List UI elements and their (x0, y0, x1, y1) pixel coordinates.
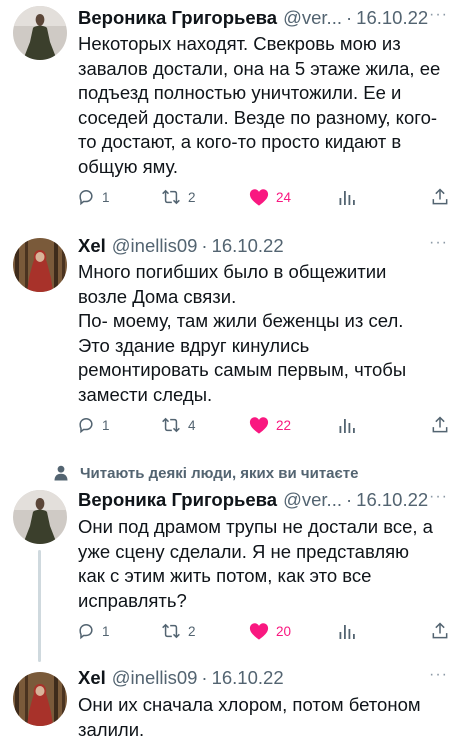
retweet-count: 2 (188, 623, 196, 639)
share-icon (432, 622, 448, 639)
retweet-icon (162, 417, 180, 433)
author-name[interactable]: Вероника Григорьева (78, 6, 277, 30)
tweet-text: Некоторых находят. Свекровь мою из завал… (78, 33, 441, 177)
reply-icon (79, 417, 93, 434)
separator-dot: · (201, 235, 208, 256)
action-bar: 1 4 22 (76, 414, 448, 436)
action-bar: 1 2 24 (76, 186, 448, 208)
like-count: 20 (276, 623, 292, 639)
more-icon[interactable]: ··· (429, 666, 448, 684)
tweet-2[interactable]: Xel @inellis09 · 16.10.22 ··· Много поги… (0, 226, 460, 452)
tweet-date[interactable]: 16.10.22 (212, 666, 284, 690)
tweet-3[interactable]: Вероника Григорьева @ver... · 16.10.22 ·… (0, 486, 460, 662)
reply-icon (79, 189, 93, 206)
retweet-button[interactable]: 2 (160, 620, 196, 642)
social-context-label: Читають деякі люди, яких ви читаєте (80, 464, 359, 482)
tweet-1[interactable]: Вероника Григорьева @ver... · 16.10.22 ·… (0, 0, 460, 226)
retweet-count: 2 (188, 189, 196, 205)
share-button[interactable] (430, 186, 450, 208)
views-icon (339, 419, 355, 433)
retweet-button[interactable]: 2 (160, 186, 196, 208)
tweet-date[interactable]: 16.10.22 (212, 234, 284, 258)
retweet-count: 4 (188, 417, 196, 433)
like-count: 22 (276, 417, 292, 433)
views-icon (339, 191, 355, 205)
author-name[interactable]: Xel (78, 234, 106, 258)
like-button[interactable]: 22 (248, 414, 291, 436)
more-icon[interactable]: ··· (429, 488, 448, 506)
heart-icon (249, 189, 269, 206)
separator-dot: · (201, 667, 208, 688)
tweet-text: Много погибших было в общежитии возле До… (78, 261, 407, 405)
tweet-date[interactable]: 16.10.22 (356, 488, 428, 512)
retweet-icon (162, 623, 180, 639)
tweet-text: Они их сначала хлором, потом бетоном зал… (78, 694, 421, 740)
more-icon[interactable]: ··· (429, 6, 448, 24)
author-handle[interactable]: @inellis09 (112, 234, 198, 258)
author-name[interactable]: Xel (78, 666, 106, 690)
like-count: 24 (276, 189, 292, 205)
share-icon (432, 416, 448, 433)
separator-dot: · (345, 7, 353, 28)
social-context[interactable]: Читають деякі люди, яких ви читаєте (54, 462, 359, 484)
heart-icon (249, 417, 269, 434)
retweet-button[interactable]: 4 (160, 414, 196, 436)
separator-dot: · (345, 489, 353, 510)
avatar-veronika[interactable] (13, 490, 67, 544)
share-button[interactable] (430, 414, 450, 436)
thread-line (38, 550, 41, 662)
reply-icon (79, 623, 93, 640)
author-name[interactable]: Вероника Григорьева (78, 488, 277, 512)
share-icon (432, 188, 448, 205)
tweet-date[interactable]: 16.10.22 (356, 6, 428, 30)
action-bar: 1 2 20 (76, 620, 448, 642)
heart-icon (249, 623, 269, 640)
author-handle[interactable]: @inellis09 (112, 666, 198, 690)
retweet-icon (162, 189, 180, 205)
like-button[interactable]: 20 (248, 620, 291, 642)
views-button[interactable] (338, 414, 356, 436)
person-icon (54, 465, 68, 481)
reply-button[interactable]: 1 (76, 620, 110, 642)
avatar-xel[interactable] (13, 672, 67, 726)
author-handle[interactable]: @ver... (283, 488, 342, 512)
reply-count: 1 (102, 189, 110, 205)
tweet-4[interactable]: Xel @inellis09 · 16.10.22 ··· Они их сна… (0, 662, 460, 752)
avatar-xel[interactable] (13, 238, 67, 292)
views-button[interactable] (338, 620, 356, 642)
author-handle[interactable]: @ver... (283, 6, 342, 30)
tweet-text: Они под драмом трупы не достали все, а у… (78, 516, 433, 611)
reply-button[interactable]: 1 (76, 414, 110, 436)
views-icon (339, 625, 355, 639)
avatar-veronika[interactable] (13, 6, 67, 60)
views-button[interactable] (338, 186, 356, 208)
share-button[interactable] (430, 620, 450, 642)
more-icon[interactable]: ··· (429, 234, 448, 252)
reply-count: 1 (102, 417, 110, 433)
like-button[interactable]: 24 (248, 186, 291, 208)
reply-count: 1 (102, 623, 110, 639)
reply-button[interactable]: 1 (76, 186, 110, 208)
